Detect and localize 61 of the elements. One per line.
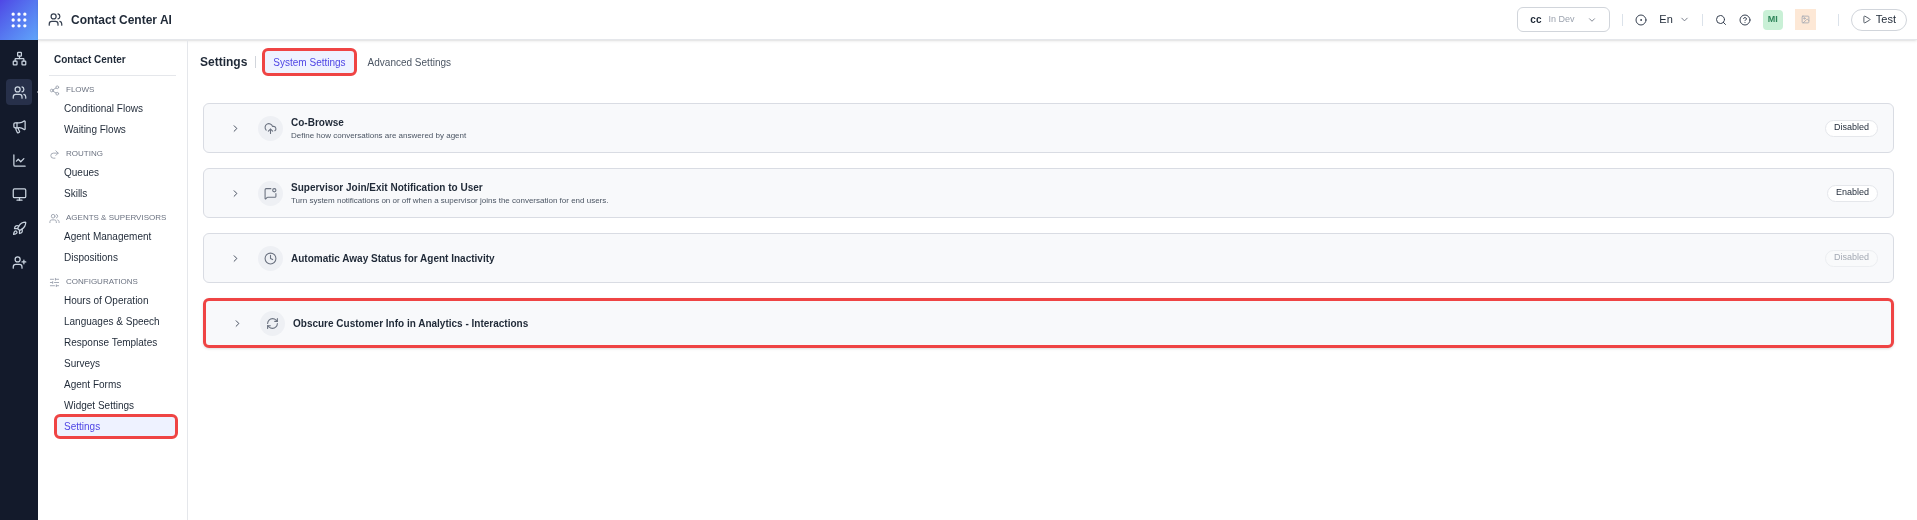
page-title: Settings xyxy=(200,54,248,71)
sidebar-item[interactable]: Response Templates xyxy=(56,332,176,353)
add-user-icon xyxy=(11,254,27,270)
setting-card[interactable]: Supervisor Join/Exit Notification to User Turn system notifications on or off when a supervisor joins the conversation for end users. Enabled xyxy=(203,168,1894,218)
tab[interactable]: System Settings xyxy=(264,50,355,74)
setting-title: Co-Browse xyxy=(291,115,345,130)
section-label: CONFIGURATIONS xyxy=(66,276,138,288)
app-launcher-button[interactable] xyxy=(0,0,38,40)
users-icon xyxy=(48,12,63,27)
status-badge: Enabled xyxy=(1826,184,1878,202)
setting-card[interactable]: Co-Browse Define how conversations are answered by agent Disabled xyxy=(203,103,1894,153)
sidebar-item[interactable]: Skills xyxy=(56,183,176,204)
sidebar-item[interactable]: Languages & Speech xyxy=(56,311,176,332)
line-chart-icon xyxy=(11,152,27,168)
sidebar-item[interactable]: Surveys xyxy=(56,353,176,374)
section-label: ROUTING xyxy=(66,148,103,160)
setting-description: Turn system notifications on or off when a supervisor joins the conversation for end users. xyxy=(291,194,609,207)
sidebar-item[interactable]: Settings xyxy=(56,416,176,437)
section-label: FLOWS xyxy=(66,84,95,96)
grid-icon xyxy=(9,10,29,30)
sidebar-item[interactable]: Agent Management xyxy=(56,226,176,247)
refresh-icon xyxy=(266,316,279,330)
help-icon[interactable] xyxy=(1738,13,1751,26)
clock-icon xyxy=(264,251,277,265)
search-icon[interactable] xyxy=(1714,13,1727,26)
status-badge: Disabled xyxy=(1824,119,1878,137)
sitemap-icon xyxy=(11,50,27,66)
rocket-icon xyxy=(11,220,27,236)
setting-description: Define how conversations are answered by agent xyxy=(291,129,467,142)
setting-title: Automatic Away Status for Agent Inactivity xyxy=(291,251,495,266)
sidebar-item[interactable]: Queues xyxy=(56,162,176,183)
users-icon xyxy=(11,84,27,100)
sidebar-title: Contact Center xyxy=(49,52,176,76)
target-icon[interactable] xyxy=(1635,13,1648,26)
flow-icon xyxy=(49,84,60,96)
sidebar-item[interactable]: Waiting Flows xyxy=(56,119,176,140)
monitor-icon xyxy=(11,186,27,202)
sliders-icon xyxy=(49,276,60,288)
rail-button[interactable] xyxy=(6,79,32,105)
setting-card[interactable]: Obscure Customer Info in Analytics - Interactions xyxy=(203,298,1894,348)
sidebar-item[interactable]: Widget Settings xyxy=(56,395,176,416)
section-label: AGENTS & SUPERVISORS xyxy=(66,212,167,224)
language-dropdown[interactable]: En xyxy=(1659,11,1690,28)
redirect-arrow-icon xyxy=(49,148,60,160)
users-icon xyxy=(49,212,60,224)
user-avatar[interactable]: MI xyxy=(1762,9,1783,30)
status-badge: Disabled xyxy=(1824,249,1878,267)
image-icon xyxy=(1800,15,1810,24)
sidebar-item[interactable]: Dispositions xyxy=(56,247,176,268)
setting-title: Obscure Customer Info in Analytics - Interactions xyxy=(293,316,529,331)
setting-title: Supervisor Join/Exit Notification to User xyxy=(291,180,484,195)
sidebar-item[interactable]: Conditional Flows xyxy=(56,98,176,119)
sidebar-item[interactable]: Hours of Operation xyxy=(56,290,176,311)
play-icon xyxy=(1861,15,1871,24)
notification-icon xyxy=(264,186,277,200)
sidebar-item[interactable]: Agent Forms xyxy=(56,374,176,395)
app-title: Contact Center AI xyxy=(71,11,172,29)
environment-dropdown[interactable]: cc In Dev xyxy=(1517,7,1611,32)
megaphone-icon xyxy=(11,118,27,134)
cloud-pointer-icon xyxy=(264,121,277,135)
tab[interactable]: Advanced Settings xyxy=(358,50,460,74)
